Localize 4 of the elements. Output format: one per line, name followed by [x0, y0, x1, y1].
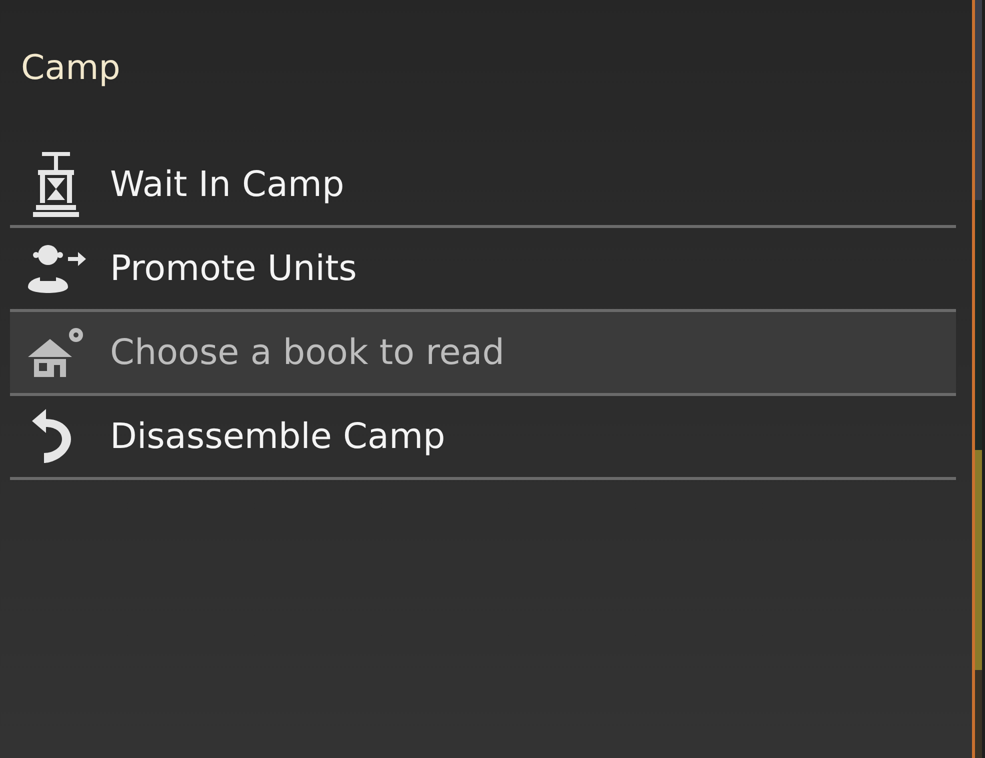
panel-title: Camp [21, 47, 120, 90]
menu-item[interactable]: Wait In Camp [10, 144, 956, 228]
hourglass-lantern-icon [32, 150, 80, 220]
menu-item[interactable]: Disassemble Camp [10, 396, 956, 480]
